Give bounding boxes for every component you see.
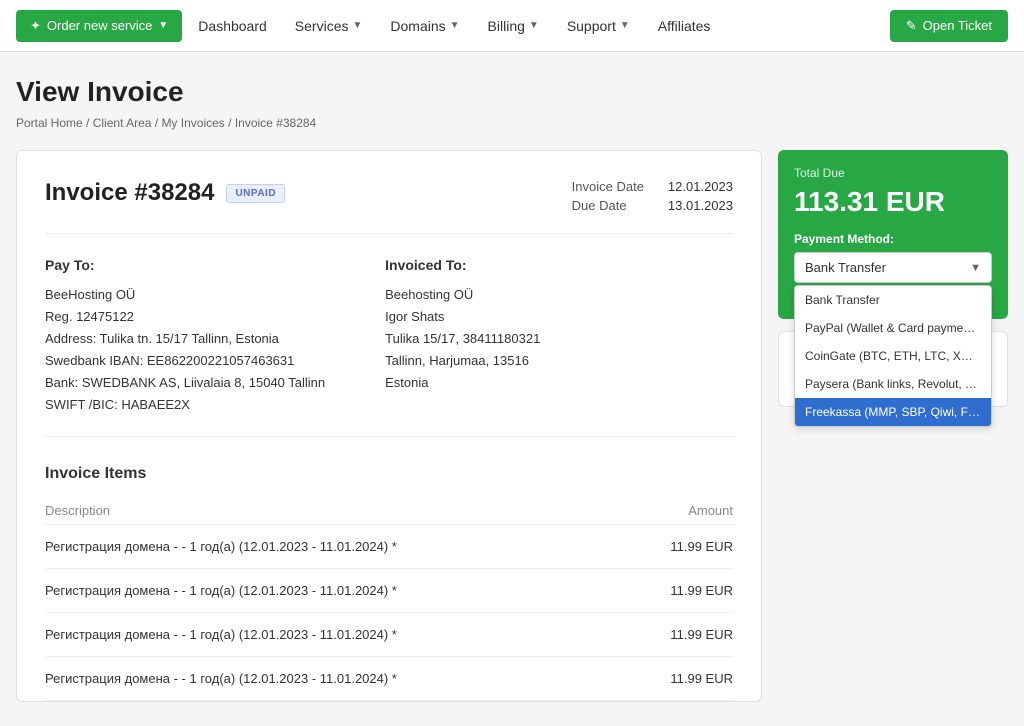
invoice-items-title: Invoice Items bbox=[45, 465, 733, 483]
invoice-date-value: 12.01.2023 bbox=[668, 179, 733, 194]
page-title: View Invoice bbox=[16, 76, 1008, 108]
dropdown-option[interactable]: Bank Transfer bbox=[795, 286, 991, 314]
invoice-date-label: Invoice Date bbox=[572, 179, 644, 194]
status-badge: UNPAID bbox=[226, 184, 285, 203]
item-amount: 11.99 EUR bbox=[629, 525, 733, 569]
invoiced-to-line: Estonia bbox=[385, 372, 540, 394]
invoiced-to-title: Invoiced To: bbox=[385, 254, 540, 278]
breadcrumb: Portal Home / Client Area / My Invoices … bbox=[16, 116, 1008, 130]
description-header: Description bbox=[45, 497, 629, 525]
total-due-amount: 113.31 EUR bbox=[794, 186, 992, 218]
total-due-label: Total Due bbox=[794, 166, 992, 180]
payment-method-label: Payment Method: bbox=[794, 232, 992, 246]
table-row: Регистрация домена - - 1 год(а) (12.01.2… bbox=[45, 569, 733, 613]
pay-to-block: Pay To: BeeHosting OÜReg. 12475122Addres… bbox=[45, 254, 325, 416]
invoiced-to-line: Igor Shats bbox=[385, 306, 540, 328]
order-new-service-button[interactable]: ✦ Order new service ▼ bbox=[16, 10, 182, 42]
order-dropdown-arrow: ▼ bbox=[158, 20, 168, 31]
invoiced-to-line: Tallinn, Harjumaa, 13516 bbox=[385, 350, 540, 372]
nav-affiliates[interactable]: Affiliates bbox=[646, 10, 723, 42]
item-amount: 11.99 EUR bbox=[629, 569, 733, 613]
invoice-items-section: Invoice Items Description Amount Регистр… bbox=[45, 465, 733, 701]
support-chevron-icon: ▼ bbox=[620, 20, 630, 31]
page-content: View Invoice Portal Home / Client Area /… bbox=[0, 52, 1024, 726]
nav-dashboard[interactable]: Dashboard bbox=[186, 10, 279, 42]
due-date-label: Due Date bbox=[572, 198, 644, 213]
item-description: Регистрация домена - - 1 год(а) (12.01.2… bbox=[45, 569, 629, 613]
invoice-header: Invoice #38284 UNPAID Invoice Date 12.01… bbox=[45, 179, 733, 234]
invoiced-to-line: Beehosting OÜ bbox=[385, 284, 540, 306]
pay-to-line: Address: Tulika tn. 15/17 Tallinn, Eston… bbox=[45, 328, 325, 350]
invoice-number: Invoice #38284 bbox=[45, 179, 214, 207]
right-panel: Total Due 113.31 EUR Payment Method: Ban… bbox=[778, 150, 1008, 407]
selected-option-label: Bank Transfer bbox=[805, 260, 886, 275]
ticket-icon: ✎ bbox=[906, 18, 917, 34]
item-amount: 11.99 EUR bbox=[629, 657, 733, 701]
breadcrumb-client-area[interactable]: Client Area bbox=[93, 116, 152, 130]
pay-to-lines: BeeHosting OÜReg. 12475122Address: Tulik… bbox=[45, 284, 325, 417]
dropdown-selected[interactable]: Bank Transfer ▼ bbox=[794, 252, 992, 283]
pay-to-line: SWIFT /BIC: HABAEE2X bbox=[45, 394, 325, 416]
payment-method-dropdown[interactable]: Bank Transfer ▼ Bank TransferPayPal (Wal… bbox=[794, 252, 992, 283]
billing-chevron-icon: ▼ bbox=[529, 20, 539, 31]
breadcrumb-my-invoices[interactable]: My Invoices bbox=[161, 116, 224, 130]
address-section: Pay To: BeeHosting OÜReg. 12475122Addres… bbox=[45, 254, 733, 437]
pay-to-line: Reg. 12475122 bbox=[45, 306, 325, 328]
dropdown-option[interactable]: Freekassa (MMP, SBP, Qiwi, FKwallet, IОm… bbox=[795, 398, 991, 426]
services-chevron-icon: ▼ bbox=[352, 20, 362, 31]
order-icon: ✦ bbox=[30, 18, 41, 34]
invoiced-to-block: Invoiced To: Beehosting OÜIgor ShatsTuli… bbox=[385, 254, 540, 416]
dropdown-arrow-icon: ▼ bbox=[970, 262, 981, 274]
nav-support[interactable]: Support ▼ bbox=[555, 10, 642, 42]
invoice-title-row: Invoice #38284 UNPAID bbox=[45, 179, 285, 207]
invoice-dates: Invoice Date 12.01.2023 Due Date 13.01.2… bbox=[572, 179, 733, 213]
nav-services[interactable]: Services ▼ bbox=[283, 10, 375, 42]
item-description: Регистрация домена - - 1 год(а) (12.01.2… bbox=[45, 657, 629, 701]
pay-to-line: Bank: SWEDBANK AS, Liivalaia 8, 15040 Ta… bbox=[45, 372, 325, 394]
dropdown-option[interactable]: PayPal (Wallet & Card payments) bbox=[795, 314, 991, 342]
open-ticket-button[interactable]: ✎ Open Ticket bbox=[890, 10, 1008, 42]
invoice-items-table: Description Amount Регистрация домена - … bbox=[45, 497, 733, 701]
pay-to-line: Swedbank IBAN: EE862200221057463631 bbox=[45, 350, 325, 372]
item-amount: 11.99 EUR bbox=[629, 613, 733, 657]
dropdown-menu[interactable]: Bank TransferPayPal (Wallet & Card payme… bbox=[794, 285, 992, 427]
item-description: Регистрация домена - - 1 год(а) (12.01.2… bbox=[45, 525, 629, 569]
breadcrumb-current: Invoice #38284 bbox=[235, 116, 316, 130]
nav-billing[interactable]: Billing ▼ bbox=[476, 10, 551, 42]
navbar: ✦ Order new service ▼ Dashboard Services… bbox=[0, 0, 1024, 52]
dropdown-option[interactable]: Paysera (Bank links, Revolut, Trustly, D… bbox=[795, 370, 991, 398]
invoiced-to-line: Tulika 15/17, 38411180321 bbox=[385, 328, 540, 350]
invoice-items-body: Регистрация домена - - 1 год(а) (12.01.2… bbox=[45, 525, 733, 701]
pay-to-title: Pay To: bbox=[45, 254, 325, 278]
nav-domains[interactable]: Domains ▼ bbox=[378, 10, 471, 42]
table-row: Регистрация домена - - 1 год(а) (12.01.2… bbox=[45, 525, 733, 569]
dropdown-option[interactable]: CoinGate (BTC, ETH, LTC, XRP & many othe… bbox=[795, 342, 991, 370]
main-layout: Invoice #38284 UNPAID Invoice Date 12.01… bbox=[16, 150, 1008, 702]
pay-to-line: BeeHosting OÜ bbox=[45, 284, 325, 306]
amount-header: Amount bbox=[629, 497, 733, 525]
domains-chevron-icon: ▼ bbox=[450, 20, 460, 31]
invoice-card: Invoice #38284 UNPAID Invoice Date 12.01… bbox=[16, 150, 762, 702]
breadcrumb-portal-home[interactable]: Portal Home bbox=[16, 116, 83, 130]
invoiced-to-lines: Beehosting OÜIgor ShatsTulika 15/17, 384… bbox=[385, 284, 540, 394]
table-row: Регистрация домена - - 1 год(а) (12.01.2… bbox=[45, 613, 733, 657]
total-due-card: Total Due 113.31 EUR Payment Method: Ban… bbox=[778, 150, 1008, 319]
item-description: Регистрация домена - - 1 год(а) (12.01.2… bbox=[45, 613, 629, 657]
table-row: Регистрация домена - - 1 год(а) (12.01.2… bbox=[45, 657, 733, 701]
due-date-value: 13.01.2023 bbox=[668, 198, 733, 213]
